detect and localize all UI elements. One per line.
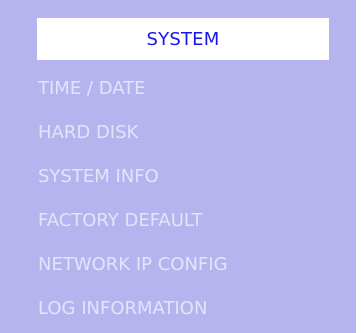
menu-header-label: SYSTEM — [146, 28, 220, 50]
menu-item-hard-disk[interactable]: HARD DISK — [38, 111, 228, 155]
panel-right-edge — [356, 0, 364, 333]
system-menu-panel: SYSTEM TIME / DATE HARD DISK SYSTEM INFO… — [0, 0, 356, 333]
menu-item-system-info[interactable]: SYSTEM INFO — [38, 155, 228, 199]
system-submenu-list: TIME / DATE HARD DISK SYSTEM INFO FACTOR… — [38, 67, 228, 331]
menu-item-log-information[interactable]: LOG INFORMATION — [38, 287, 228, 331]
menu-header-selected-system[interactable]: SYSTEM — [37, 18, 329, 60]
menu-item-factory-default[interactable]: FACTORY DEFAULT — [38, 199, 228, 243]
menu-item-time-date[interactable]: TIME / DATE — [38, 67, 228, 111]
menu-item-network-ip-config[interactable]: NETWORK IP CONFIG — [38, 243, 228, 287]
